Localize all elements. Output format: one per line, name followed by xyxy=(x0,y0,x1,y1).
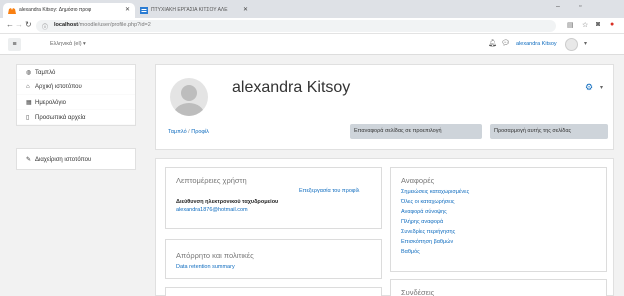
report-link[interactable]: Βαθμός xyxy=(401,249,420,255)
home-icon: ⌂ xyxy=(26,84,30,90)
breadcrumb: Ταμπλό / Προφίλ xyxy=(168,129,209,135)
data-retention-link[interactable]: Data retention summary xyxy=(176,264,235,270)
report-link[interactable]: Αναφορά σύνοψης xyxy=(401,209,447,215)
section-title: Απόρρητο και πολιτικές xyxy=(176,251,254,260)
address-bar[interactable]: ⓘ localhost/moodle/user/profile.php?id=2 xyxy=(36,20,556,32)
report-link[interactable]: Πλήρης αναφορά xyxy=(401,219,443,225)
privacy-section: Απόρρητο και πολιτικές Data retention su… xyxy=(165,239,382,279)
tab-title: alexandra Kitsoy: Δημόσιο προφ xyxy=(19,7,92,13)
profile-avatar xyxy=(170,78,208,116)
bookmark-star-icon[interactable]: ☆ xyxy=(582,21,588,29)
misc-section xyxy=(165,287,382,296)
calendar-icon: ▦ xyxy=(26,100,32,106)
gear-icon[interactable]: ⚙ xyxy=(585,82,593,93)
page-header: alexandra Kitsoy ⚙ ▾ Ταμπλό / Προφίλ Επα… xyxy=(155,64,614,150)
login-activity-section: Συνδέσεις xyxy=(390,279,607,296)
url-path: /moodle/user/profile.php?id=2 xyxy=(78,22,151,28)
file-icon: ▯ xyxy=(26,115,30,121)
sidebar-item-label: Αρχική ιστοτόπου xyxy=(35,84,82,90)
sidebar-item-label: Προσωπικά αρχεία xyxy=(35,115,86,121)
browser-tab-active[interactable]: alexandra Kitsoy: Δημόσιο προφ ✕ xyxy=(3,3,135,18)
moodle-navbar: ≡ Ελληνικά (el) ▾ 🔔︎ 💬︎ alexandra Kitsoy… xyxy=(0,35,624,55)
forward-icon[interactable]: → xyxy=(15,20,23,29)
browser-tab-inactive[interactable]: ΠΤΥΧΙΑΚΗ ΕΡΓΑΣΙΑ ΚΙΤΣΟΥ ΑΛΕ ✕ xyxy=(135,3,253,18)
edit-profile-link[interactable]: Επεξεργασία του προφίλ xyxy=(299,188,359,194)
messages-icon[interactable]: 💬︎ xyxy=(501,39,510,47)
minimize-icon[interactable]: ‒ xyxy=(556,3,560,10)
sidebar-item-label: Ταμπλό xyxy=(35,70,56,76)
report-link[interactable]: Όλες οι καταχωρήσεις xyxy=(401,199,455,205)
report-link[interactable]: Επισκόπηση βαθμών xyxy=(401,239,453,245)
chevron-down-icon[interactable]: ▾ xyxy=(600,84,603,91)
sidebar-item-label: Ημερολόγιο xyxy=(35,100,67,106)
sidebar-item-site-home[interactable]: ⌂ Αρχική ιστοτόπου xyxy=(17,80,135,95)
language-menu[interactable]: Ελληνικά (el) ▾ xyxy=(50,41,86,47)
report-link[interactable]: Σημειώσεις καταχωρισμένες xyxy=(401,189,469,195)
menu-toggle-icon[interactable]: ≡ xyxy=(8,38,21,51)
tachometer-icon: ◍ xyxy=(26,70,32,76)
breadcrumb-dashboard[interactable]: Ταμπλό xyxy=(168,129,187,135)
extension-icon[interactable]: ◙ xyxy=(596,21,600,28)
reports-section: Αναφορές Σημειώσεις καταχωρισμένες Όλες … xyxy=(390,167,607,272)
back-icon[interactable]: ← xyxy=(6,20,14,29)
sidebar-item-site-admin[interactable]: ✎ Διαχείριση ιστοτόπου xyxy=(16,148,136,170)
browser-tab-bar: alexandra Kitsoy: Δημόσιο προφ ✕ ΠΤΥΧΙΑΚ… xyxy=(0,0,624,18)
chevron-down-icon[interactable]: ▾ xyxy=(584,40,587,47)
extension-red-icon[interactable]: ● xyxy=(610,21,614,28)
breadcrumb-profile[interactable]: Προφίλ xyxy=(191,129,209,135)
url-host: localhost xyxy=(54,22,79,28)
sidebar-item-label: Διαχείριση ιστοτόπου xyxy=(35,157,92,163)
section-title: Λεπτομέρειες χρήστη xyxy=(176,176,247,185)
tab-close-icon[interactable]: ✕ xyxy=(243,6,248,13)
document-favicon-icon xyxy=(140,7,148,14)
maximize-icon[interactable]: ▫ xyxy=(579,3,581,10)
sidebar-item-private-files[interactable]: ▯ Προσωπικά αρχεία xyxy=(17,110,135,125)
section-title: Συνδέσεις xyxy=(401,288,435,296)
site-info-icon[interactable]: ⓘ xyxy=(42,22,48,31)
customise-page-button[interactable]: Προσαρμογή αυτής της σελίδας xyxy=(490,124,608,139)
wrench-icon: ✎ xyxy=(26,157,32,163)
side-navigation: ◍ Ταμπλό ⌂ Αρχική ιστοτόπου ▦ Ημερολόγιο ▯ Π… xyxy=(16,64,136,126)
reload-icon[interactable]: ↻ xyxy=(25,20,32,29)
profile-content: Λεπτομέρειες χρήστη Επεξεργασία του προφ… xyxy=(155,158,614,296)
tab-title: ΠΤΥΧΙΑΚΗ ΕΡΓΑΣΙΑ ΚΙΤΣΟΥ ΑΛΕ xyxy=(151,7,228,13)
reset-page-button[interactable]: Επαναφορά σελίδας σε προεπιλογή xyxy=(350,124,482,139)
tab-close-icon[interactable]: ✕ xyxy=(125,6,130,13)
email-label: Διεύθυνση ηλεκτρονικού ταχυδρομείου xyxy=(176,199,279,205)
email-value[interactable]: alexandra1876@hotmail.com xyxy=(176,207,248,213)
translate-icon[interactable]: ▤ xyxy=(567,21,574,29)
user-details-section: Λεπτομέρειες χρήστη Επεξεργασία του προφ… xyxy=(165,167,382,229)
page-title: alexandra Kitsoy xyxy=(232,79,351,96)
notifications-bell-icon[interactable]: 🔔︎ xyxy=(488,39,497,47)
browser-toolbar: ← → ↻ ⓘ localhost/moodle/user/profile.ph… xyxy=(0,18,624,34)
user-menu-name[interactable]: alexandra Kitsoy xyxy=(516,41,557,47)
sidebar-item-dashboard[interactable]: ◍ Ταμπλό xyxy=(17,65,135,80)
user-avatar[interactable] xyxy=(565,38,578,51)
report-link[interactable]: Συνεδρίες περιήγησης xyxy=(401,229,455,235)
section-title: Αναφορές xyxy=(401,176,435,185)
moodle-favicon-icon xyxy=(8,8,16,14)
sidebar-item-calendar[interactable]: ▦ Ημερολόγιο xyxy=(17,95,135,110)
